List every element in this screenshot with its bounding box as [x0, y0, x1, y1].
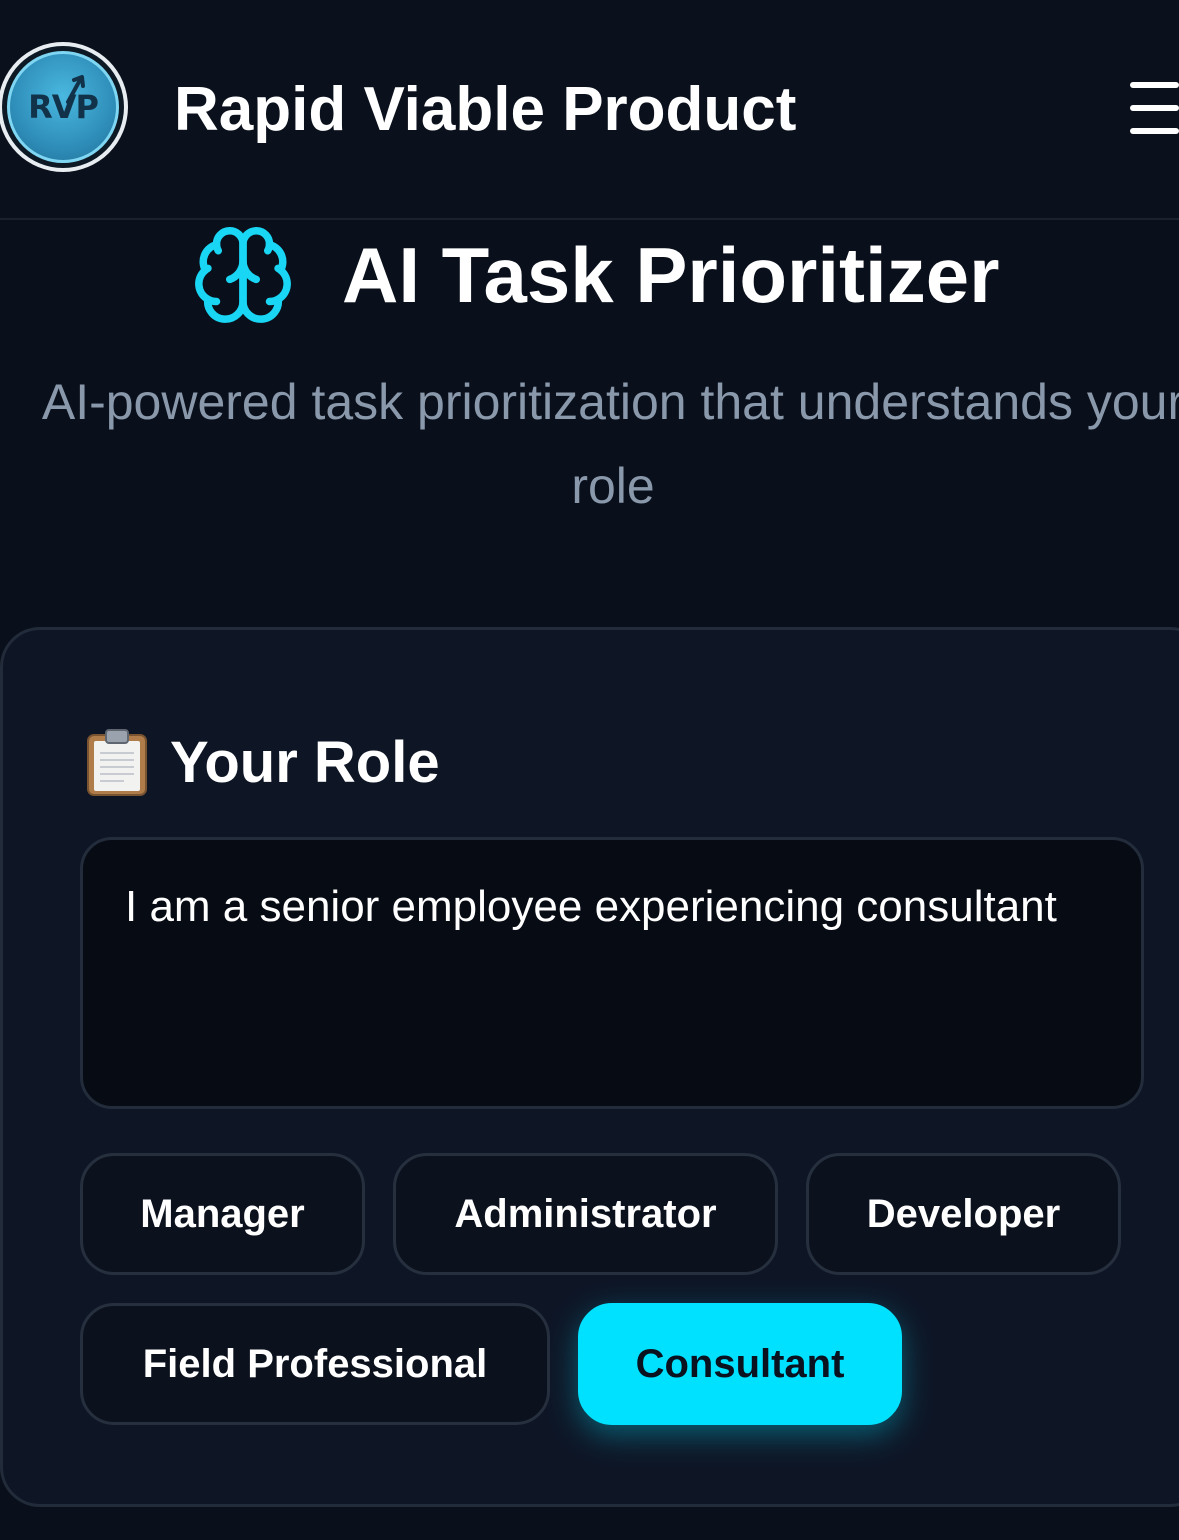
role-chip-field-professional[interactable]: Field Professional: [80, 1303, 550, 1425]
role-chip-manager[interactable]: Manager: [80, 1153, 365, 1275]
role-textarea[interactable]: I am a senior employee experiencing cons…: [80, 837, 1144, 1109]
clipboard-icon: [87, 729, 147, 796]
hamburger-menu-icon[interactable]: [1130, 82, 1179, 134]
role-section-header: Your Role: [84, 726, 440, 798]
role-chip-administrator[interactable]: Administrator: [393, 1153, 778, 1275]
role-chip-consultant[interactable]: Consultant: [578, 1303, 902, 1425]
rvp-logo[interactable]: RVP: [0, 42, 128, 172]
page-title: AI Task Prioritizer: [342, 231, 1000, 319]
role-chip-developer[interactable]: Developer: [806, 1153, 1121, 1275]
page: RVP Rapid Viable Product AI Task Priorit…: [0, 0, 1179, 1540]
app-header: RVP Rapid Viable Product: [0, 0, 1179, 220]
brain-icon: [195, 227, 291, 323]
brand-name[interactable]: Rapid Viable Product: [174, 72, 796, 148]
page-subtitle: AI-powered task prioritization that unde…: [41, 374, 1179, 514]
arrow-up-icon: [66, 75, 85, 104]
page-title-row: AI Task Prioritizer: [190, 220, 999, 330]
section-title: Your Role: [170, 729, 440, 795]
